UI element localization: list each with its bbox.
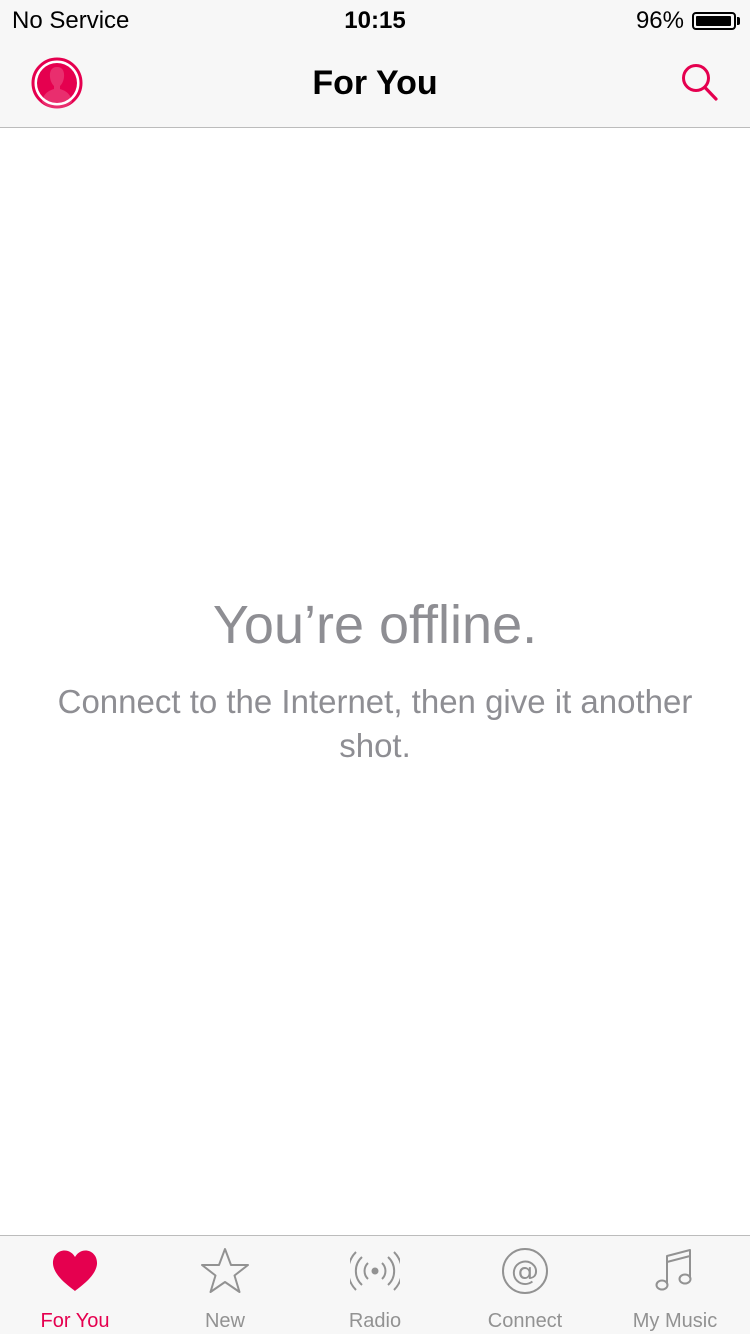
heart-icon [52, 1250, 98, 1291]
tab-label: Radio [348, 1310, 402, 1332]
offline-message: Connect to the Internet, then give it an… [57, 683, 693, 764]
tab-new[interactable]: New [150, 1236, 300, 1334]
tab-radio[interactable]: Radio [300, 1236, 450, 1334]
search-icon [682, 64, 718, 101]
tab-label: Connect [487, 1310, 563, 1332]
battery-icon [692, 12, 736, 30]
star-icon [201, 1248, 249, 1293]
music-note-icon [655, 1249, 692, 1291]
tab-for-you[interactable]: For You [0, 1236, 150, 1334]
svg-text:@: @ [511, 1254, 539, 1287]
battery-level-fill [696, 16, 731, 26]
at-icon: @ [502, 1248, 548, 1294]
navigation-bar: For You [0, 40, 750, 128]
tab-bar: For You New Radio @ Connect My Music [0, 1235, 750, 1334]
battery-tip [737, 17, 740, 25]
radio-icon [350, 1251, 400, 1291]
tab-label: My Music [632, 1310, 718, 1332]
offline-title: You’re offline. [212, 595, 538, 655]
tab-connect[interactable]: @ Connect [450, 1236, 600, 1334]
tab-label: New [204, 1310, 245, 1332]
page-title: For You [312, 64, 438, 102]
battery-indicator: 96% [636, 7, 740, 35]
main-content: You’re offline. Connect to the Internet,… [0, 128, 750, 1234]
tab-label: For You [40, 1310, 110, 1332]
status-bar: No Service 10:15 96% [0, 0, 750, 40]
battery-percent-label: 96% [635, 7, 684, 34]
search-button[interactable] [680, 62, 720, 104]
tab-my-music[interactable]: My Music [600, 1236, 750, 1334]
